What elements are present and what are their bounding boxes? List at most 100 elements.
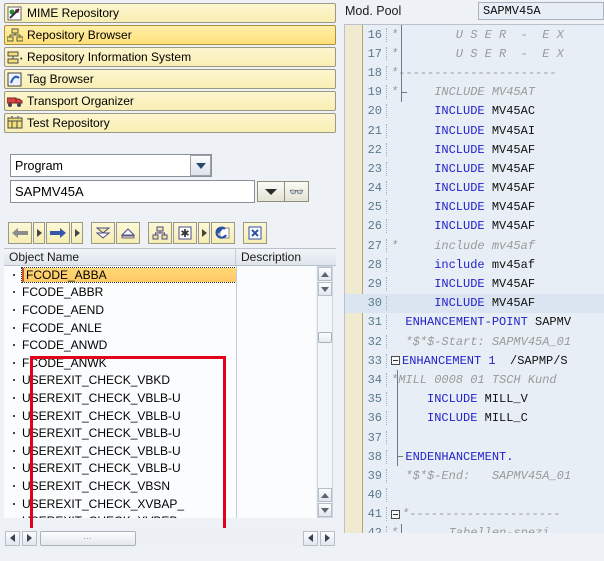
object-list-row[interactable]: USEREXIT_CHECK_VBLB-U [4,407,316,425]
code-line[interactable]: 20 INCLUDE MV45AC [345,102,604,121]
code-line[interactable]: 41 *--------------------- [345,505,604,524]
back-button[interactable] [8,222,32,244]
object-list-row[interactable]: USEREXIT_CHECK_VBSN [4,477,316,495]
chevron-down-icon[interactable] [190,155,211,176]
bullet-icon [13,467,15,470]
bullet-icon [13,308,15,311]
code-line[interactable]: 28 include mv45af [345,255,604,274]
find-button[interactable]: ✱ [173,222,197,244]
object-list-row-name: USEREXIT_CHECK_XVBAP_ [22,496,185,511]
code-line[interactable]: 35 INCLUDE MILL_V [345,389,604,409]
bullet-icon [13,414,15,417]
scroll-down-arrow-icon-bottom[interactable] [318,503,332,517]
hscrollbar-thumb[interactable]: ⋯ [40,530,136,546]
column-divider[interactable] [236,266,237,518]
editor-program-name-field[interactable]: SAPMV45A [478,2,604,20]
scroll-right-arrow-icon[interactable] [22,530,37,546]
code-line[interactable]: 37 [345,427,604,448]
fold-collapse-icon[interactable] [391,509,400,519]
code-line-text: *---------------------- [387,66,604,80]
expand-node-button[interactable] [91,222,115,244]
scroll-up-arrow-icon[interactable] [318,267,332,281]
scrollbar-thumb[interactable] [318,332,332,343]
object-list-row[interactable]: USEREXIT_CHECK_VBLB-U [4,442,316,460]
code-line[interactable]: 38 ENDENHANCEMENT. [345,447,604,467]
code-line[interactable]: 19 * INCLUDE MV45AT [345,82,604,102]
scroll-down-arrow-icon[interactable] [318,282,332,296]
object-name-input[interactable]: SAPMV45A [10,180,255,203]
object-list-vertical-scrollbar[interactable] [317,266,333,518]
object-list-row[interactable]: FCODE_ANWD [4,336,316,354]
back-history-button[interactable] [33,222,45,244]
object-list-row-name: USEREXIT_CHECK_VBLB-U [22,426,181,441]
code-line[interactable]: 33 ENHANCEMENT 1 /SAPMP/S [345,351,604,370]
nav-button-test-repository[interactable]: Test Repository [4,113,336,133]
object-list-row[interactable]: FCODE_ANLE [4,319,316,337]
object-list-row[interactable]: USEREXIT_CHECK_VBLB-U [4,424,316,442]
scroll-left-arrow-icon-2[interactable] [303,530,318,546]
code-line[interactable]: 34 *MILL 0008 01 TSCH Kund [345,370,604,390]
nav-button-transport-organizer[interactable]: Transport Organizer [4,91,336,111]
code-line-text: include mv45af [387,258,604,272]
search-help-glasses-icon[interactable]: 👓 [284,181,309,202]
code-line[interactable]: 30 INCLUDE MV45AF [345,293,604,313]
object-list-row-name: FCODE_AEND [22,302,105,317]
nav-button-tag-browser[interactable]: Tag Browser [4,69,336,89]
object-list-row[interactable]: USEREXIT_CHECK_VBKD [4,372,316,390]
code-line[interactable]: 21 INCLUDE MV45AI [345,121,604,140]
block-guide-line [397,370,398,390]
collapse-node-button[interactable] [116,222,140,244]
nav-button-repository-information-system[interactable]: • Repository Information System [4,47,336,67]
object-name-value: SAPMV45A [15,184,84,199]
object-list-row[interactable]: FCODE_ABBA [4,266,316,284]
forward-history-button[interactable] [71,222,83,244]
code-line[interactable]: 17 * U S E R - E X [345,44,604,64]
code-line[interactable]: 31 ENHANCEMENT-POINT SAPMV [345,313,604,332]
code-token: INCLUDE [391,392,478,407]
object-list-row[interactable]: FCODE_AEND [4,301,316,319]
object-name-dropdown-button[interactable] [257,181,285,202]
object-list-row[interactable]: USEREXIT_CHECK_VBLB-U [4,460,316,478]
object-list-row[interactable]: FCODE_ABBR [4,284,316,302]
code-line[interactable]: 36 INCLUDE MILL_C [345,408,604,428]
refresh-button[interactable] [211,222,235,244]
line-number: 24 [345,181,387,196]
scroll-left-arrow-icon[interactable] [5,530,20,546]
code-line[interactable]: 22 INCLUDE MV45AF [345,140,604,159]
column-header-description[interactable]: Description [236,250,301,264]
line-number: 30 [345,296,387,311]
object-list-row[interactable]: USEREXIT_CHECK_XVBEP_ [4,512,316,518]
code-line[interactable]: 29 INCLUDE MV45AF [345,274,604,293]
object-list-row[interactable]: FCODE_ANWK [4,354,316,372]
object-list-body[interactable]: FCODE_ABBA FCODE_ABBR FCODE_AEND FCODE_ANLE… [4,266,316,518]
code-line[interactable]: 32 *$*$-Start: SAPMV45A_01 [345,332,604,351]
code-line[interactable]: 23 INCLUDE MV45AF [345,159,604,178]
object-list-row[interactable]: USEREXIT_CHECK_XVBAP_ [4,495,316,513]
nav-button-repository-browser[interactable]: Repository Browser [4,25,336,45]
close-button[interactable] [243,222,267,244]
source-code-view[interactable]: 16 * U S E R - E X 17 * U S E R - E X 18 *---… [344,24,604,533]
code-line[interactable]: 40 [345,486,604,505]
object-type-select[interactable]: Program [10,154,212,177]
code-line[interactable]: 27 * include mv45af [345,236,604,255]
object-list-horizontal-scrollbar[interactable]: ⋯ [4,528,336,548]
forward-button[interactable] [46,222,70,244]
fold-collapse-icon[interactable] [391,356,400,366]
code-line[interactable]: 24 INCLUDE MV45AF [345,179,604,198]
find-options-button[interactable] [198,222,210,244]
code-line[interactable]: 39 *$*$-End: SAPMV45A_01 [345,466,604,485]
code-line[interactable]: 16 * U S E R - E X [345,25,604,45]
code-token: * include mv45af [391,238,536,253]
code-line[interactable]: 42 * Tabellen-spezi [345,523,604,533]
scroll-up-arrow-icon-bottom[interactable] [318,488,332,502]
object-list-button[interactable] [148,222,172,244]
object-list-row[interactable]: USEREXIT_CHECK_VBLB-U [4,389,316,407]
scroll-right-arrow-icon-2[interactable] [320,530,335,546]
object-list-row-name: USEREXIT_CHECK_VBLB-U [22,461,181,476]
code-line[interactable]: 18 *---------------------- [345,63,604,83]
column-header-object-name[interactable]: Object Name [4,249,236,265]
object-navigator-pane: MIME Repository Repository Browser • Reposi… [0,0,340,561]
nav-button-mime-repository[interactable]: MIME Repository [4,3,336,23]
code-line[interactable]: 26 INCLUDE MV45AF [345,217,604,236]
code-line[interactable]: 25 INCLUDE MV45AF [345,198,604,217]
